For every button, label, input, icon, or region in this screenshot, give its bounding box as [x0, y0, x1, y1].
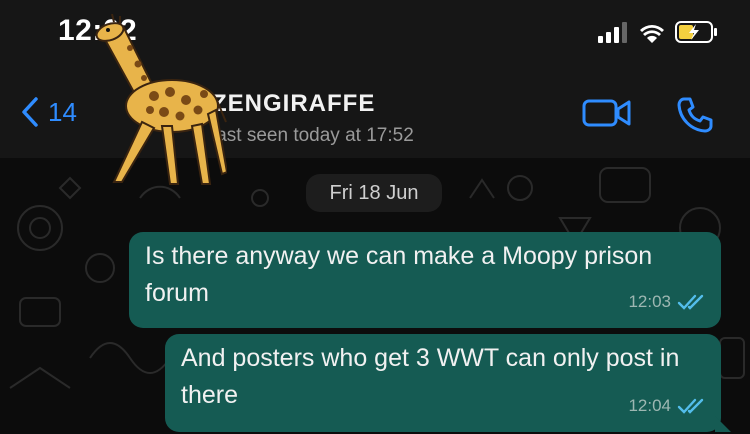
phone-icon[interactable]: [676, 96, 714, 134]
message-text: Is there anyway we can make a Moopy pris…: [145, 242, 653, 307]
battery-charging-icon: [675, 21, 717, 43]
double-check-icon: [677, 398, 704, 414]
contact-name[interactable]: ZENGIRAFFE: [212, 90, 375, 118]
last-seen-status: last seen today at 17:52: [212, 125, 414, 146]
chevron-left-icon: [22, 97, 38, 127]
chat-area[interactable]: Fri 18 Jun Is there anyway we can make a…: [0, 158, 750, 434]
message-meta: 12:03: [628, 283, 707, 320]
date-separator: Fri 18 Jun: [306, 174, 442, 212]
double-check-icon: [677, 294, 704, 310]
video-call-icon[interactable]: [582, 96, 632, 130]
giraffe-sticker: [95, 14, 227, 185]
back-button[interactable]: 14: [20, 96, 77, 128]
message-meta: 12:04: [628, 387, 707, 424]
call-actions: [582, 96, 714, 134]
wifi-icon: [640, 25, 664, 43]
signal-icon: [598, 22, 627, 43]
status-icons: [598, 18, 720, 53]
message-text: And posters who get 3 WWT can only post …: [181, 344, 680, 409]
message-bubble-outgoing[interactable]: Is there anyway we can make a Moopy pris…: [129, 232, 721, 328]
message-time: 12:04: [628, 396, 671, 415]
unread-count: 14: [48, 96, 77, 127]
bubble-tail: [715, 416, 731, 432]
message-bubble-outgoing[interactable]: And posters who get 3 WWT can only post …: [165, 334, 731, 432]
message-time: 12:03: [628, 292, 671, 311]
